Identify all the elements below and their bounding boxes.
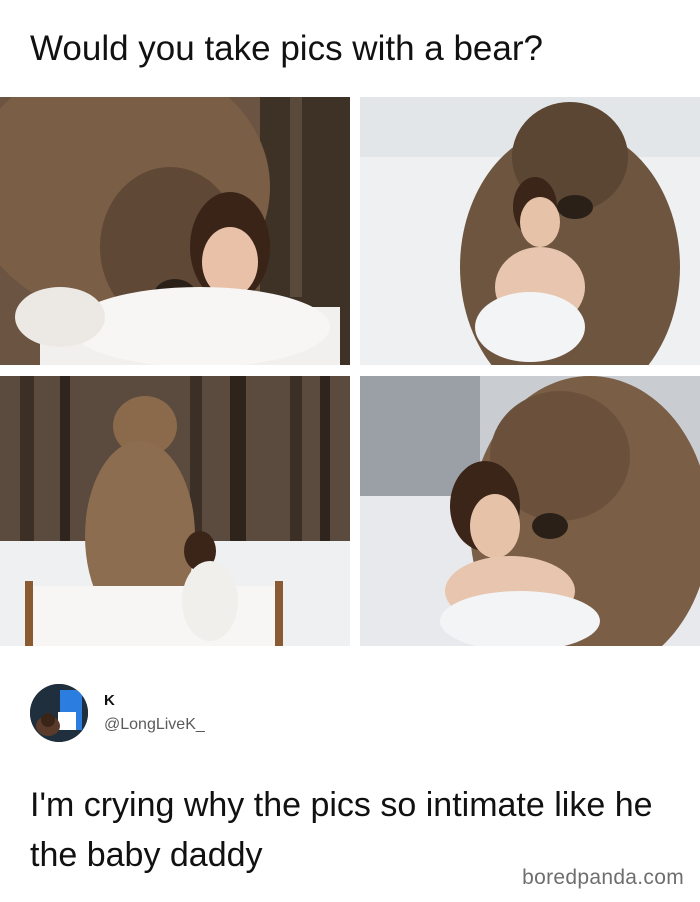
tweet-author-handle[interactable]: @LongLiveK_: [104, 716, 205, 734]
photo-grid: [0, 97, 700, 647]
avatar[interactable]: [30, 684, 88, 742]
photo-bear-closeup: [0, 97, 350, 365]
photo-bear-hug-snow: [360, 97, 700, 365]
watermark: boredpanda.com: [522, 866, 684, 889]
tweet-author-name[interactable]: K: [104, 692, 115, 709]
photo-bear-forest-bed: [0, 376, 350, 646]
post-title: Would you take pics with a bear?: [30, 29, 543, 68]
photo-bear-embrace: [360, 376, 700, 646]
tweet-text: I'm crying why the pics so intimate like…: [30, 786, 653, 874]
